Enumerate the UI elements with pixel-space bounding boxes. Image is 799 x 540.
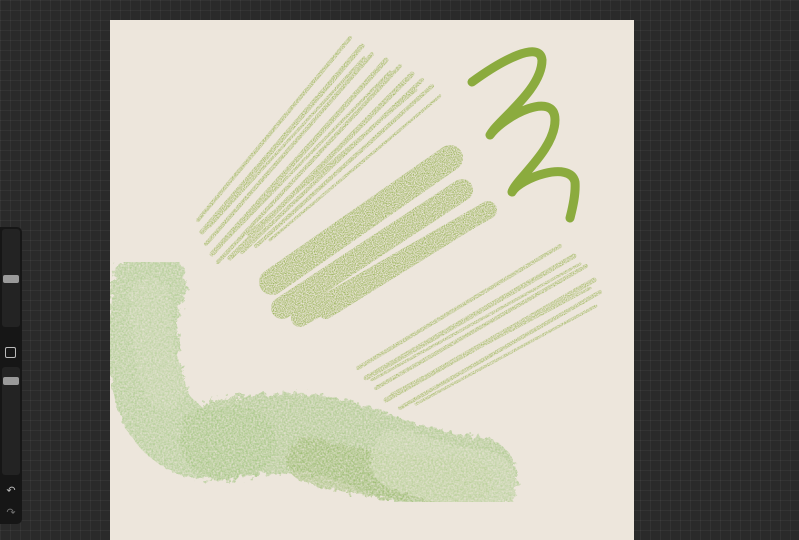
brush-sidebar: ↶ ↷ — [0, 227, 22, 524]
redo-arrow-icon[interactable]: ↷ — [3, 506, 19, 520]
brush-size-thumb[interactable] — [3, 275, 19, 283]
square-outline-icon[interactable] — [5, 347, 16, 358]
undo-arrow-icon[interactable]: ↶ — [3, 484, 19, 498]
marker-zigzag — [467, 47, 580, 223]
brush-opacity-slider[interactable] — [2, 367, 20, 475]
artwork — [110, 36, 602, 518]
brush-size-slider[interactable] — [2, 229, 20, 327]
drawing-canvas[interactable] — [110, 20, 634, 540]
brush-opacity-thumb[interactable] — [3, 377, 19, 385]
